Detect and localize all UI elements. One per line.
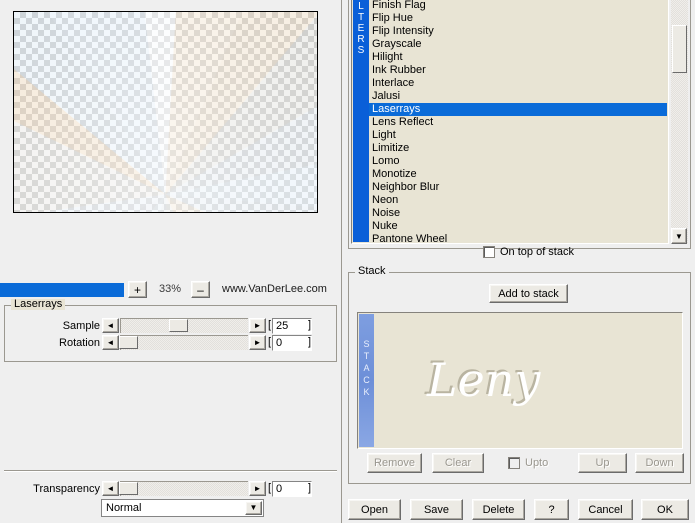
filters-scrollbar[interactable]: ▼ bbox=[671, 0, 688, 244]
blend-mode-select[interactable]: Normal ▼ bbox=[101, 499, 264, 517]
stack-up-button[interactable]: Up bbox=[578, 453, 627, 473]
rotation-slider-thumb[interactable] bbox=[119, 336, 138, 349]
stack-remove-button[interactable]: Remove bbox=[367, 453, 422, 473]
transparency-slider-track[interactable] bbox=[120, 481, 248, 496]
rotation-bracket-right: ] bbox=[308, 336, 312, 348]
rotation-increment-arrow[interactable]: ► bbox=[249, 335, 266, 350]
stack-watermark-text: Leny bbox=[426, 352, 540, 406]
filter-list-item[interactable]: Interlace bbox=[369, 77, 667, 90]
brand-link[interactable]: www.VanDerLee.com bbox=[222, 283, 327, 295]
stack-down-button[interactable]: Down bbox=[635, 453, 684, 473]
section-divider bbox=[4, 470, 337, 472]
filters-spine-label: LTERS bbox=[353, 0, 369, 242]
filter-list-item[interactable]: Light bbox=[369, 129, 667, 142]
rotation-decrement-arrow[interactable]: ◄ bbox=[102, 335, 119, 350]
filter-list-item[interactable]: Pantone Wheel bbox=[369, 233, 667, 242]
filters-group: LTERS Finish Flag Flip Hue Flip Intensity G… bbox=[348, 0, 691, 249]
rotation-value-field[interactable]: 0 bbox=[272, 335, 312, 351]
filters-listbox[interactable]: LTERS Finish Flag Flip Hue Flip Intensity G… bbox=[351, 0, 669, 244]
filter-list-item[interactable]: Lomo bbox=[369, 155, 667, 168]
sample-slider-thumb[interactable] bbox=[169, 319, 188, 332]
stack-group-title: Stack bbox=[355, 266, 389, 277]
stack-listbox[interactable]: STACK Leny bbox=[357, 312, 683, 449]
chevron-down-icon[interactable]: ▼ bbox=[245, 501, 262, 515]
transparency-slider[interactable]: ◄ ► bbox=[102, 481, 266, 496]
stack-preview-canvas[interactable]: Leny bbox=[374, 314, 681, 447]
zoom-level-label: 33% bbox=[158, 283, 182, 295]
filter-list-item[interactable]: Neon bbox=[369, 194, 667, 207]
save-button[interactable]: Save bbox=[410, 499, 463, 520]
sample-label: Sample bbox=[62, 320, 100, 332]
transparency-increment-arrow[interactable]: ► bbox=[249, 481, 266, 496]
filter-list-item[interactable]: Grayscale bbox=[369, 38, 667, 51]
filter-list-item[interactable]: Flip Hue bbox=[369, 12, 667, 25]
transparency-bracket-right: ] bbox=[308, 482, 312, 494]
sample-bracket-right: ] bbox=[308, 319, 312, 331]
stack-spine-char: C bbox=[363, 375, 370, 385]
plugin-dialog: + 33% – www.VanDerLee.com Laserrays Samp… bbox=[0, 0, 695, 523]
sample-slider[interactable]: ◄ ► bbox=[102, 318, 266, 333]
spine-char: R bbox=[357, 34, 365, 45]
filters-scrollbar-thumb[interactable] bbox=[672, 25, 687, 73]
upto-checkbox[interactable] bbox=[508, 457, 520, 469]
stack-spine-char: T bbox=[363, 351, 370, 361]
filter-list-item[interactable]: Limitize bbox=[369, 142, 667, 155]
blend-mode-value: Normal bbox=[106, 502, 142, 514]
zoom-in-button[interactable]: + bbox=[128, 281, 147, 298]
on-top-of-stack-checkbox[interactable] bbox=[483, 246, 495, 258]
transparency-bracket-left: [ bbox=[268, 482, 272, 494]
transparency-slider-thumb[interactable] bbox=[119, 482, 138, 495]
add-to-stack-button[interactable]: Add to stack bbox=[489, 284, 568, 303]
delete-button[interactable]: Delete bbox=[472, 499, 525, 520]
filter-list-item[interactable]: Monotize bbox=[369, 168, 667, 181]
filter-list-item[interactable]: Neighbor Blur bbox=[369, 181, 667, 194]
stack-spine-char: A bbox=[363, 363, 370, 373]
sample-decrement-arrow[interactable]: ◄ bbox=[102, 318, 119, 333]
zoom-out-button[interactable]: – bbox=[191, 281, 210, 298]
ok-button[interactable]: OK bbox=[641, 499, 689, 520]
progress-bar bbox=[0, 283, 124, 297]
spine-char: S bbox=[357, 45, 365, 56]
filter-list-item[interactable]: Noise bbox=[369, 207, 667, 220]
filter-list-item[interactable]: Lens Reflect bbox=[369, 116, 667, 129]
filter-list-item[interactable]: Finish Flag bbox=[369, 0, 667, 12]
open-button[interactable]: Open bbox=[348, 499, 401, 520]
filter-list-item[interactable]: Ink Rubber bbox=[369, 64, 667, 77]
laserrays-preview-image bbox=[14, 12, 317, 212]
stack-spine-label: STACK bbox=[359, 314, 374, 447]
filter-list-item[interactable]: Hilight bbox=[369, 51, 667, 64]
transparency-label: Transparency bbox=[33, 483, 100, 495]
spine-char: T bbox=[357, 12, 365, 23]
spine-char: E bbox=[357, 23, 365, 34]
filter-preview[interactable] bbox=[13, 11, 318, 213]
sample-increment-arrow[interactable]: ► bbox=[249, 318, 266, 333]
transparency-decrement-arrow[interactable]: ◄ bbox=[102, 481, 119, 496]
filter-list-item[interactable]: Laserrays bbox=[369, 103, 667, 116]
sample-value-field[interactable]: 25 bbox=[272, 318, 312, 334]
rotation-slider[interactable]: ◄ ► bbox=[102, 335, 266, 350]
sample-bracket-left: [ bbox=[268, 319, 272, 331]
stack-spine-char: S bbox=[363, 339, 370, 349]
on-top-of-stack-label: On top of stack bbox=[500, 246, 574, 258]
transparency-value-field[interactable]: 0 bbox=[272, 481, 312, 497]
scroll-down-icon[interactable]: ▼ bbox=[671, 228, 687, 244]
filter-parameters-title: Laserrays bbox=[11, 299, 66, 310]
filter-list-item[interactable]: Nuke bbox=[369, 220, 667, 233]
rotation-bracket-left: [ bbox=[268, 336, 272, 348]
filter-list-item[interactable]: Flip Intensity bbox=[369, 25, 667, 38]
cancel-button[interactable]: Cancel bbox=[578, 499, 633, 520]
stack-clear-button[interactable]: Clear bbox=[432, 453, 484, 473]
upto-label: Upto bbox=[525, 457, 549, 469]
rotation-label: Rotation bbox=[59, 337, 100, 349]
filters-items[interactable]: Finish Flag Flip Hue Flip Intensity Graysca… bbox=[369, 0, 667, 242]
spine-char: L bbox=[358, 1, 364, 12]
stack-spine-char: K bbox=[363, 387, 370, 397]
help-button[interactable]: ? bbox=[534, 499, 569, 520]
filter-list-item[interactable]: Jalusi bbox=[369, 90, 667, 103]
rotation-slider-track[interactable] bbox=[120, 335, 248, 350]
